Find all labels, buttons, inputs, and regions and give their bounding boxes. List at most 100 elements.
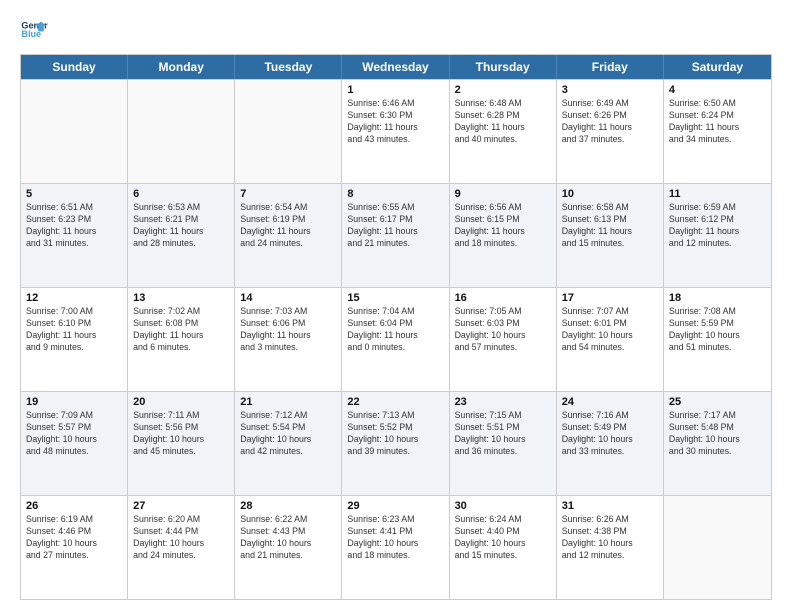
day-number: 26 (26, 500, 122, 512)
day-number: 11 (669, 188, 766, 200)
day-info: Sunrise: 6:20 AM Sunset: 4:44 PM Dayligh… (133, 514, 229, 562)
empty-cell-0-0 (21, 80, 128, 183)
day-info: Sunrise: 6:55 AM Sunset: 6:17 PM Dayligh… (347, 202, 443, 250)
day-info: Sunrise: 7:13 AM Sunset: 5:52 PM Dayligh… (347, 410, 443, 458)
day-cell-26: 26 Sunrise: 6:19 AM Sunset: 4:46 PM Dayli… (21, 496, 128, 599)
day-info: Sunrise: 7:17 AM Sunset: 5:48 PM Dayligh… (669, 410, 766, 458)
calendar-row-3: 19 Sunrise: 7:09 AM Sunset: 5:57 PM Dayli… (21, 391, 771, 495)
day-number: 1 (347, 84, 443, 96)
day-number: 8 (347, 188, 443, 200)
day-info: Sunrise: 6:50 AM Sunset: 6:24 PM Dayligh… (669, 98, 766, 146)
weekday-header-saturday: Saturday (664, 55, 771, 79)
day-info: Sunrise: 7:09 AM Sunset: 5:57 PM Dayligh… (26, 410, 122, 458)
day-number: 19 (26, 396, 122, 408)
day-info: Sunrise: 6:49 AM Sunset: 6:26 PM Dayligh… (562, 98, 658, 146)
day-info: Sunrise: 6:23 AM Sunset: 4:41 PM Dayligh… (347, 514, 443, 562)
day-cell-25: 25 Sunrise: 7:17 AM Sunset: 5:48 PM Dayli… (664, 392, 771, 495)
day-cell-27: 27 Sunrise: 6:20 AM Sunset: 4:44 PM Dayli… (128, 496, 235, 599)
day-cell-23: 23 Sunrise: 7:15 AM Sunset: 5:51 PM Dayli… (450, 392, 557, 495)
calendar-row-0: 1Sunrise: 6:46 AM Sunset: 6:30 PM Daylig… (21, 79, 771, 183)
day-number: 22 (347, 396, 443, 408)
day-cell-9: 9 Sunrise: 6:56 AM Sunset: 6:15 PM Daylig… (450, 184, 557, 287)
empty-cell-0-2 (235, 80, 342, 183)
day-cell-2: 2 Sunrise: 6:48 AM Sunset: 6:28 PM Daylig… (450, 80, 557, 183)
empty-cell-4-6 (664, 496, 771, 599)
day-info: Sunrise: 6:22 AM Sunset: 4:43 PM Dayligh… (240, 514, 336, 562)
calendar-row-4: 26 Sunrise: 6:19 AM Sunset: 4:46 PM Dayli… (21, 495, 771, 599)
day-info: Sunrise: 7:04 AM Sunset: 6:04 PM Dayligh… (347, 306, 443, 354)
calendar: SundayMondayTuesdayWednesdayThursdayFrid… (20, 54, 772, 600)
day-number: 5 (26, 188, 122, 200)
day-cell-28: 28 Sunrise: 6:22 AM Sunset: 4:43 PM Dayli… (235, 496, 342, 599)
day-number: 10 (562, 188, 658, 200)
logo-icon: General Blue (20, 16, 48, 44)
day-info: Sunrise: 7:11 AM Sunset: 5:56 PM Dayligh… (133, 410, 229, 458)
empty-cell-0-1 (128, 80, 235, 183)
day-info: Sunrise: 6:19 AM Sunset: 4:46 PM Dayligh… (26, 514, 122, 562)
day-number: 24 (562, 396, 658, 408)
day-number: 13 (133, 292, 229, 304)
day-number: 23 (455, 396, 551, 408)
day-info: Sunrise: 7:15 AM Sunset: 5:51 PM Dayligh… (455, 410, 551, 458)
day-info: Sunrise: 7:05 AM Sunset: 6:03 PM Dayligh… (455, 306, 551, 354)
day-info: Sunrise: 6:48 AM Sunset: 6:28 PM Dayligh… (455, 98, 551, 146)
day-number: 20 (133, 396, 229, 408)
day-info: Sunrise: 7:16 AM Sunset: 5:49 PM Dayligh… (562, 410, 658, 458)
day-number: 27 (133, 500, 229, 512)
day-number: 28 (240, 500, 336, 512)
weekday-header-wednesday: Wednesday (342, 55, 449, 79)
calendar-row-2: 12 Sunrise: 7:00 AM Sunset: 6:10 PM Dayli… (21, 287, 771, 391)
day-cell-20: 20 Sunrise: 7:11 AM Sunset: 5:56 PM Dayli… (128, 392, 235, 495)
weekday-header-monday: Monday (128, 55, 235, 79)
day-info: Sunrise: 7:03 AM Sunset: 6:06 PM Dayligh… (240, 306, 336, 354)
calendar-body: 1Sunrise: 6:46 AM Sunset: 6:30 PM Daylig… (21, 79, 771, 599)
day-cell-4: 4Sunrise: 6:50 AM Sunset: 6:24 PM Daylig… (664, 80, 771, 183)
day-info: Sunrise: 6:26 AM Sunset: 4:38 PM Dayligh… (562, 514, 658, 562)
calendar-row-1: 5Sunrise: 6:51 AM Sunset: 6:23 PM Daylig… (21, 183, 771, 287)
day-cell-15: 15 Sunrise: 7:04 AM Sunset: 6:04 PM Dayli… (342, 288, 449, 391)
day-cell-1: 1Sunrise: 6:46 AM Sunset: 6:30 PM Daylig… (342, 80, 449, 183)
day-number: 2 (455, 84, 551, 96)
day-cell-22: 22 Sunrise: 7:13 AM Sunset: 5:52 PM Dayli… (342, 392, 449, 495)
day-number: 9 (455, 188, 551, 200)
day-cell-8: 8 Sunrise: 6:55 AM Sunset: 6:17 PM Daylig… (342, 184, 449, 287)
day-info: Sunrise: 7:07 AM Sunset: 6:01 PM Dayligh… (562, 306, 658, 354)
day-number: 16 (455, 292, 551, 304)
day-cell-17: 17 Sunrise: 7:07 AM Sunset: 6:01 PM Dayli… (557, 288, 664, 391)
day-number: 14 (240, 292, 336, 304)
day-number: 17 (562, 292, 658, 304)
day-cell-31: 31Sunrise: 6:26 AM Sunset: 4:38 PM Dayli… (557, 496, 664, 599)
day-info: Sunrise: 6:56 AM Sunset: 6:15 PM Dayligh… (455, 202, 551, 250)
weekday-header-sunday: Sunday (21, 55, 128, 79)
day-cell-3: 3 Sunrise: 6:49 AM Sunset: 6:26 PM Daylig… (557, 80, 664, 183)
day-cell-16: 16 Sunrise: 7:05 AM Sunset: 6:03 PM Dayli… (450, 288, 557, 391)
header: General Blue (20, 16, 772, 44)
day-cell-21: 21Sunrise: 7:12 AM Sunset: 5:54 PM Dayli… (235, 392, 342, 495)
day-number: 21 (240, 396, 336, 408)
day-cell-5: 5Sunrise: 6:51 AM Sunset: 6:23 PM Daylig… (21, 184, 128, 287)
day-cell-11: 11 Sunrise: 6:59 AM Sunset: 6:12 PM Dayli… (664, 184, 771, 287)
day-cell-18: 18 Sunrise: 7:08 AM Sunset: 5:59 PM Dayli… (664, 288, 771, 391)
day-info: Sunrise: 7:02 AM Sunset: 6:08 PM Dayligh… (133, 306, 229, 354)
day-cell-14: 14 Sunrise: 7:03 AM Sunset: 6:06 PM Dayli… (235, 288, 342, 391)
day-number: 15 (347, 292, 443, 304)
day-cell-13: 13 Sunrise: 7:02 AM Sunset: 6:08 PM Dayli… (128, 288, 235, 391)
day-number: 6 (133, 188, 229, 200)
day-info: Sunrise: 6:59 AM Sunset: 6:12 PM Dayligh… (669, 202, 766, 250)
calendar-header: SundayMondayTuesdayWednesdayThursdayFrid… (21, 55, 771, 79)
logo: General Blue (20, 16, 48, 44)
weekday-header-tuesday: Tuesday (235, 55, 342, 79)
day-number: 12 (26, 292, 122, 304)
day-info: Sunrise: 7:08 AM Sunset: 5:59 PM Dayligh… (669, 306, 766, 354)
day-cell-12: 12 Sunrise: 7:00 AM Sunset: 6:10 PM Dayli… (21, 288, 128, 391)
day-number: 18 (669, 292, 766, 304)
day-number: 25 (669, 396, 766, 408)
day-number: 29 (347, 500, 443, 512)
day-info: Sunrise: 6:54 AM Sunset: 6:19 PM Dayligh… (240, 202, 336, 250)
day-info: Sunrise: 6:58 AM Sunset: 6:13 PM Dayligh… (562, 202, 658, 250)
day-number: 30 (455, 500, 551, 512)
day-number: 3 (562, 84, 658, 96)
day-info: Sunrise: 7:00 AM Sunset: 6:10 PM Dayligh… (26, 306, 122, 354)
day-cell-24: 24 Sunrise: 7:16 AM Sunset: 5:49 PM Dayli… (557, 392, 664, 495)
weekday-header-friday: Friday (557, 55, 664, 79)
